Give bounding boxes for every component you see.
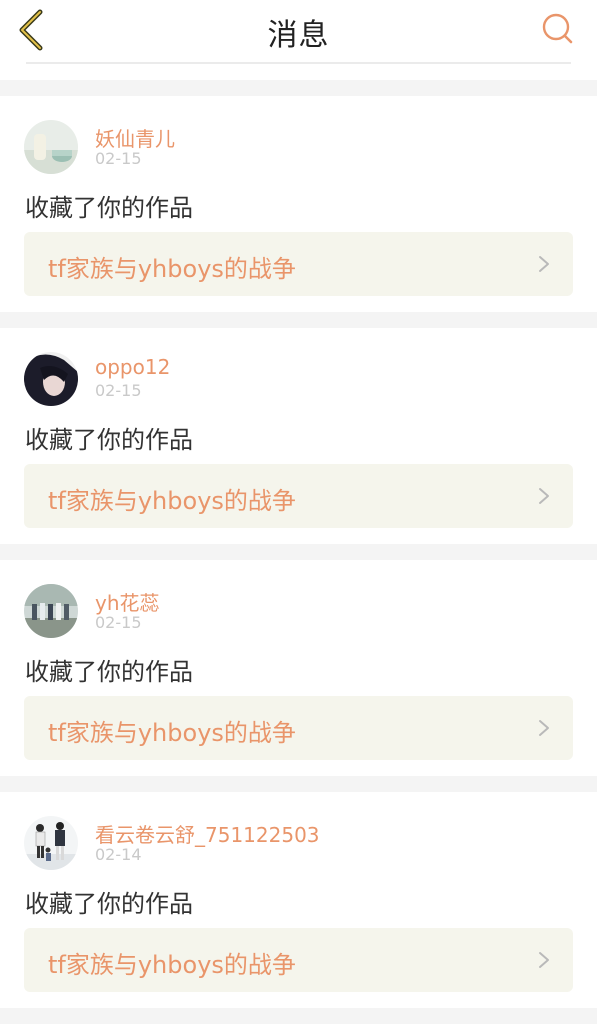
work-link-button[interactable]: tf家族与yhboys的战争: [24, 464, 573, 528]
previous-card-edge: [0, 62, 597, 80]
timestamp: 02-15: [95, 613, 142, 632]
work-link-button[interactable]: tf家族与yhboys的战争: [24, 232, 573, 296]
username[interactable]: yh花蕊: [95, 587, 160, 616]
username[interactable]: 看云卷云舒_751122503: [95, 819, 320, 848]
work-title: tf家族与yhboys的战争: [48, 951, 296, 979]
chevron-right-icon: [539, 720, 549, 736]
action-text: 收藏了你的作品: [25, 426, 193, 454]
work-title: tf家族与yhboys的战争: [48, 719, 296, 747]
timestamp: 02-15: [95, 149, 142, 168]
avatar[interactable]: [24, 816, 78, 870]
avatar[interactable]: [24, 352, 78, 406]
action-text: 收藏了你的作品: [25, 890, 193, 918]
avatar[interactable]: [24, 584, 78, 638]
notification-list: 妖仙青儿 02-15 收藏了你的作品 tf家族与yhboys的战争 oppo12…: [0, 96, 597, 1024]
notification-card: 看云卷云舒_751122503 02-14 收藏了你的作品 tf家族与yhboy…: [0, 792, 597, 1008]
action-text: 收藏了你的作品: [25, 194, 193, 222]
chevron-right-icon: [539, 256, 549, 272]
work-link-button[interactable]: tf家族与yhboys的战争: [24, 928, 573, 992]
username[interactable]: oppo12: [95, 355, 170, 379]
work-link-button[interactable]: tf家族与yhboys的战争: [24, 696, 573, 760]
notification-card: yh花蕊 02-15 收藏了你的作品 tf家族与yhboys的战争: [0, 560, 597, 776]
chevron-right-icon: [539, 488, 549, 504]
timestamp: 02-14: [95, 845, 142, 864]
top-nav-bar: 消息: [0, 0, 597, 62]
username[interactable]: 妖仙青儿: [95, 123, 175, 152]
chevron-right-icon: [539, 952, 549, 968]
notification-card: 妖仙青儿 02-15 收藏了你的作品 tf家族与yhboys的战争: [0, 96, 597, 312]
work-title: tf家族与yhboys的战争: [48, 487, 296, 515]
avatar[interactable]: [24, 120, 78, 174]
notification-card: oppo12 02-15 收藏了你的作品 tf家族与yhboys的战争: [0, 328, 597, 544]
timestamp: 02-15: [95, 381, 142, 400]
work-title: tf家族与yhboys的战争: [48, 255, 296, 283]
action-text: 收藏了你的作品: [25, 658, 193, 686]
page-title: 消息: [267, 18, 330, 53]
search-icon[interactable]: [540, 10, 576, 46]
divider: [26, 62, 571, 64]
